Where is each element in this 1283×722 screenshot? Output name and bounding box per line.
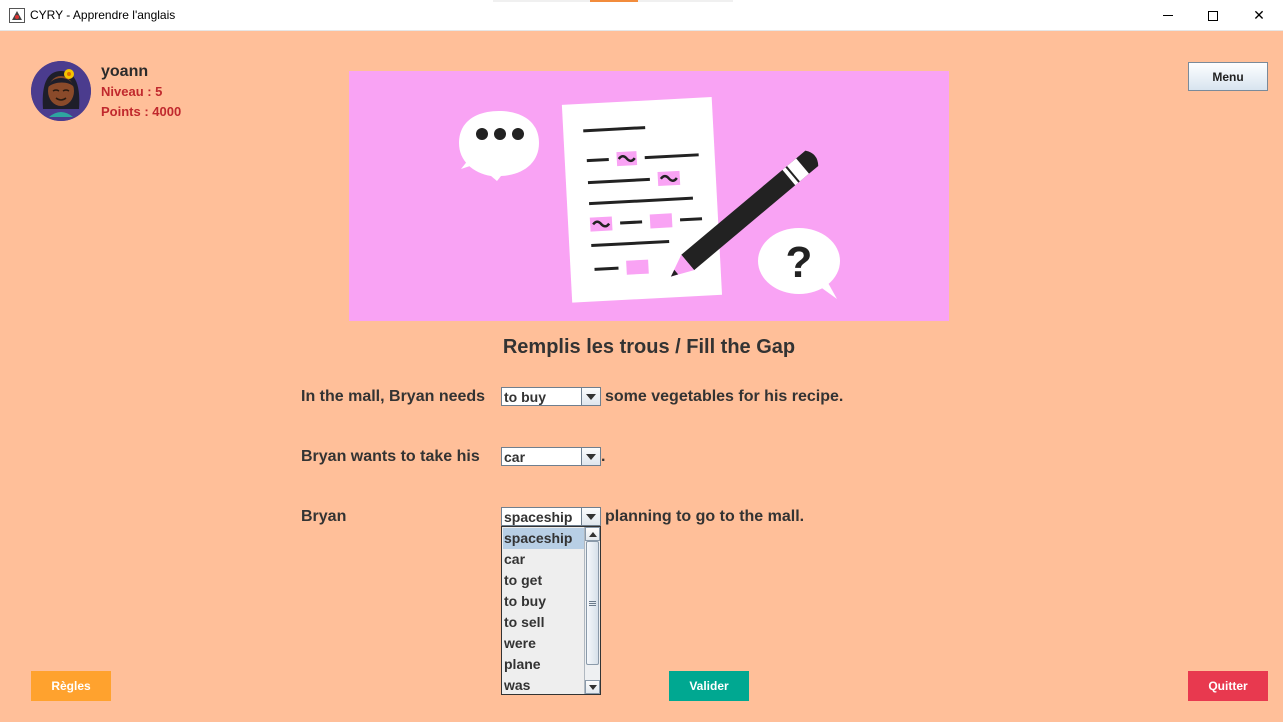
- scroll-up-icon[interactable]: [585, 527, 600, 541]
- close-glyph: ✕: [1253, 7, 1265, 23]
- document-icon: [561, 97, 723, 303]
- minimize-icon[interactable]: [1145, 0, 1191, 31]
- dropdown-scrollbar[interactable]: [584, 527, 600, 694]
- dropdown-option[interactable]: car: [503, 549, 585, 570]
- dropdown-option[interactable]: to sell: [503, 612, 585, 633]
- user-name: yoann: [101, 63, 149, 80]
- gap-1-select[interactable]: to buy: [501, 387, 601, 406]
- dropdown-option[interactable]: to get: [503, 570, 585, 591]
- gap-3-select[interactable]: spaceship: [501, 507, 601, 526]
- titlebar-accent: [590, 0, 638, 2]
- window-titlebar: CYRY - Apprendre l'anglais ✕: [0, 0, 1283, 31]
- chevron-down-icon[interactable]: [581, 388, 600, 405]
- menu-button[interactable]: Menu: [1188, 62, 1268, 91]
- window-title: CYRY - Apprendre l'anglais: [30, 8, 176, 22]
- rules-button[interactable]: Règles: [31, 671, 111, 701]
- dropdown-option[interactable]: to buy: [503, 591, 585, 612]
- scrollbar-thumb[interactable]: [586, 541, 599, 665]
- svg-text:?: ?: [786, 238, 813, 287]
- chevron-down-icon[interactable]: [581, 508, 600, 525]
- exercise-title: Remplis les trous / Fill the Gap: [502, 336, 796, 358]
- fill-the-gap-illustration: ?: [349, 71, 949, 321]
- sentence-3-before: Bryan: [301, 508, 347, 525]
- app-icon: [9, 8, 25, 23]
- avatar-icon: [31, 61, 91, 121]
- sentence-2-before: Bryan wants to take his: [301, 448, 480, 465]
- gap-3-value: spaceship: [504, 509, 573, 525]
- gap-3-dropdown-list[interactable]: spaceship car to get to buy to sell were…: [501, 526, 601, 695]
- dropdown-option[interactable]: spaceship: [503, 528, 585, 549]
- user-points: Points : 4000: [101, 104, 182, 119]
- sentence-1-before: In the mall, Bryan needs: [301, 388, 486, 405]
- dropdown-option[interactable]: plane: [503, 654, 585, 675]
- dropdown-option[interactable]: were: [503, 633, 585, 654]
- close-icon[interactable]: ✕: [1236, 0, 1282, 31]
- question-bubble-icon: ?: [758, 228, 840, 299]
- dropdown-option[interactable]: was: [503, 675, 585, 694]
- gap-2-select[interactable]: car: [501, 447, 601, 466]
- speech-bubble-icon: [459, 111, 539, 181]
- gap-1-value: to buy: [504, 389, 546, 405]
- quit-button[interactable]: Quitter: [1188, 671, 1268, 701]
- scroll-down-icon[interactable]: [585, 680, 600, 694]
- sentence-3-after: planning to go to the mall.: [605, 508, 805, 525]
- validate-button[interactable]: Valider: [669, 671, 749, 701]
- user-level: Niveau : 5: [101, 84, 163, 99]
- sentence-2-after: .: [601, 448, 606, 465]
- sentence-1-after: some vegetables for his recipe.: [605, 388, 844, 405]
- maximize-icon[interactable]: [1190, 0, 1236, 31]
- gap-2-value: car: [504, 449, 526, 465]
- chevron-down-icon[interactable]: [581, 448, 600, 465]
